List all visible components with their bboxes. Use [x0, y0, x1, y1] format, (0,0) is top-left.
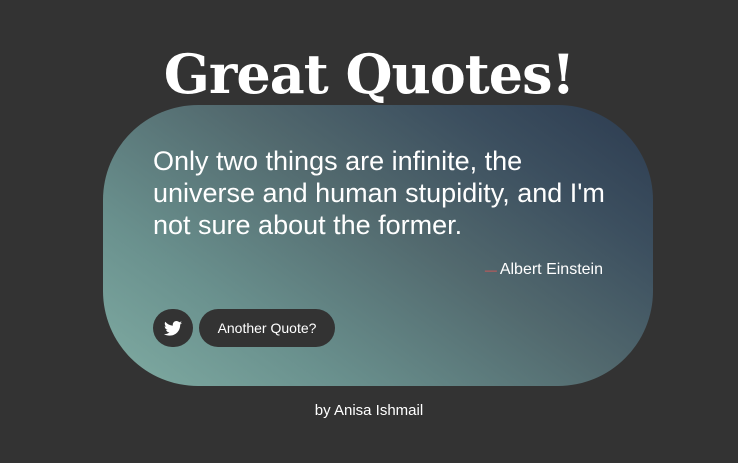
another-quote-button[interactable]: Another Quote?: [199, 309, 335, 347]
footer-credit: by Anisa Ishmail: [314, 402, 424, 419]
page-title: Great Quotes!: [163, 42, 575, 107]
tweet-quote-button[interactable]: [153, 309, 193, 347]
quote-box: Only two things are infinite, the univer…: [103, 105, 653, 386]
quote-author: — Albert Einstein: [485, 260, 603, 280]
quote-text: Only two things are infinite, the univer…: [153, 146, 605, 240]
author-dash: —: [484, 263, 497, 277]
author-name: Albert Einstein: [499, 261, 603, 278]
twitter-icon: [164, 320, 182, 336]
